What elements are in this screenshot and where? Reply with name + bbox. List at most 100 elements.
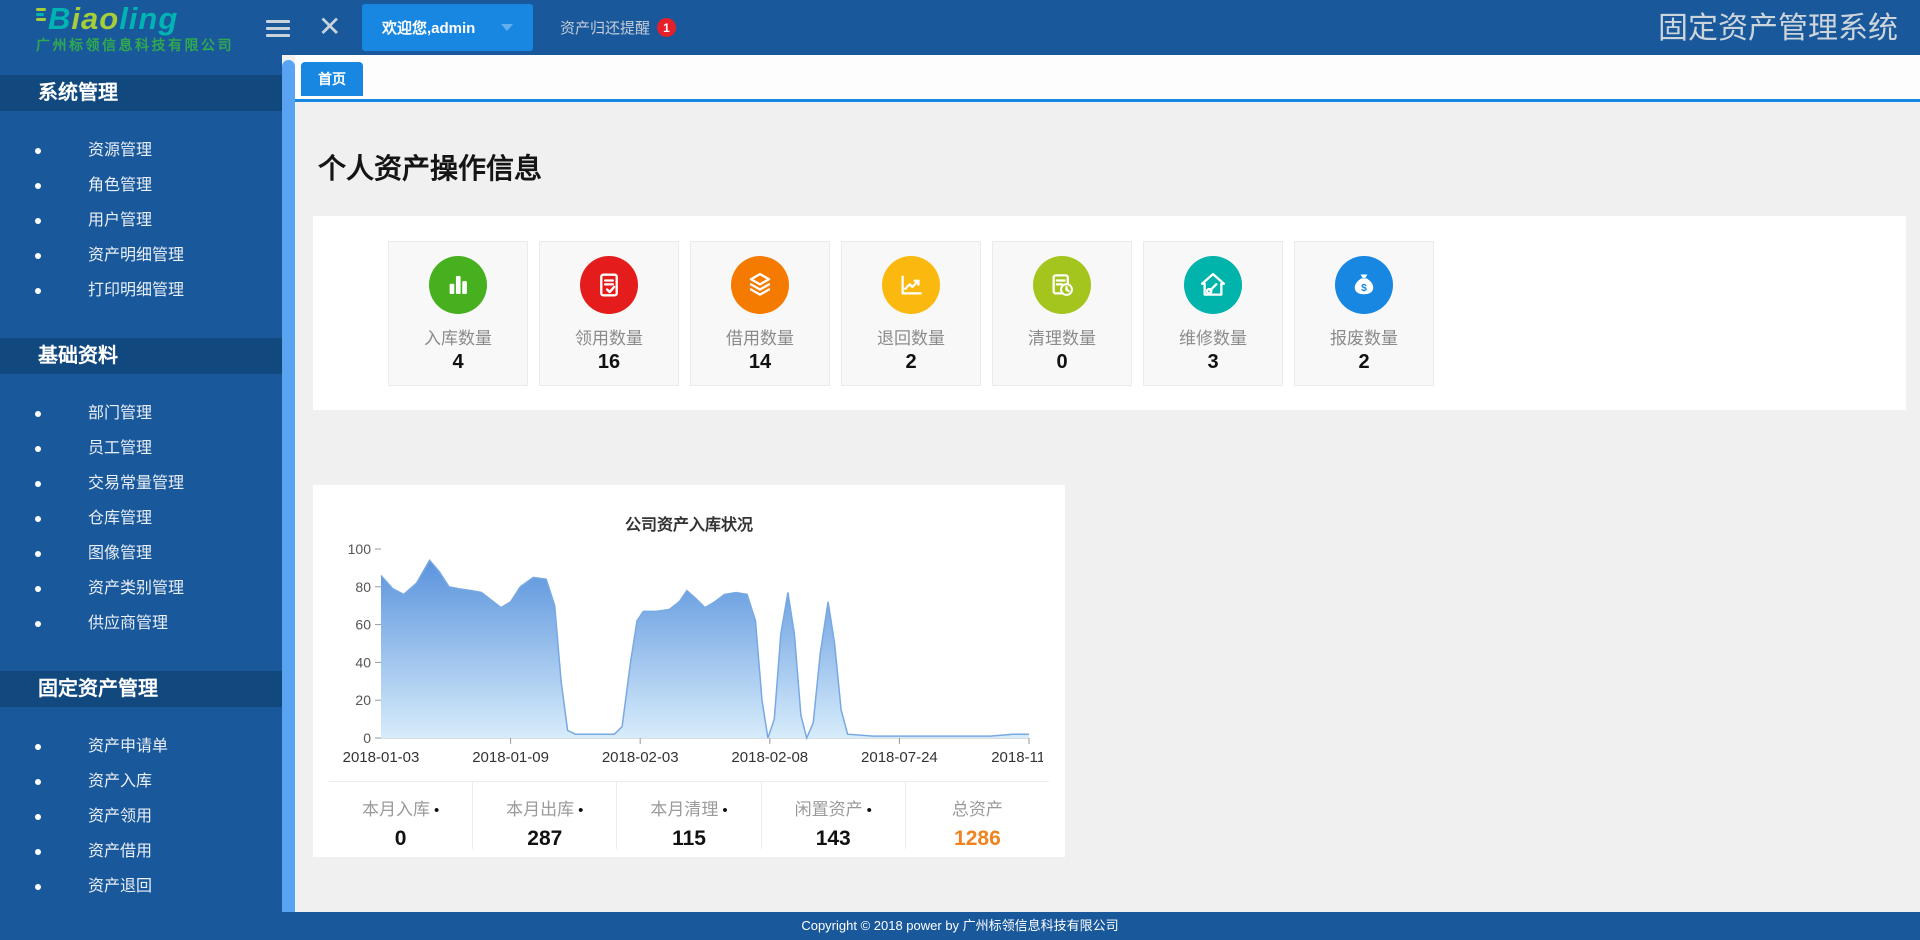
summary-label: 总资产 <box>906 795 1049 820</box>
summary-label: 本月入库• <box>329 795 472 820</box>
bullet-icon <box>35 288 41 294</box>
close-icon[interactable]: ✕ <box>318 8 341 46</box>
sidebar-item[interactable]: 打印明细管理 <box>0 273 282 308</box>
home-wrench-icon <box>1184 256 1242 314</box>
sidebar-item[interactable]: 资产申请单 <box>0 729 282 764</box>
summary-item: 本月出库• 287 <box>473 782 617 849</box>
chart-title: 公司资产入库状况 <box>313 485 1065 535</box>
summary-value: 143 <box>762 827 905 851</box>
svg-text:0: 0 <box>363 730 371 746</box>
logo-segment: B <box>48 1 71 36</box>
svg-text:2018-02-08: 2018-02-08 <box>731 749 808 766</box>
tab-home[interactable]: 首页 <box>301 62 363 96</box>
brand-company-name: 广州标领信息科技有限公司 <box>36 35 276 55</box>
stat-card: 入库数量4 <box>388 241 528 386</box>
layers-icon <box>731 256 789 314</box>
svg-text:$: $ <box>1361 283 1367 294</box>
trend-chart-icon <box>882 256 940 314</box>
sidebar-item[interactable]: 资产入库 <box>0 764 282 799</box>
stat-card: 借用数量14 <box>690 241 830 386</box>
area-chart: 0204060801002018-01-032018-01-092018-02-… <box>329 537 1043 772</box>
svg-text:80: 80 <box>355 579 371 595</box>
brand-logo: Biaoling 广州标领信息科技有限公司 <box>36 4 276 55</box>
stat-card-label: 入库数量 <box>389 324 527 349</box>
sidebar-item[interactable]: 角色管理 <box>0 168 282 203</box>
summary-label: 闲置资产• <box>762 795 905 820</box>
stat-card-value: 2 <box>1295 351 1433 374</box>
sidebar-item[interactable]: 资产类别管理 <box>0 571 282 606</box>
svg-text:2018-02-03: 2018-02-03 <box>602 749 679 766</box>
stat-card-label: 领用数量 <box>540 324 678 349</box>
chart-panel: 公司资产入库状况 0204060801002018-01-032018-01-0… <box>313 485 1065 857</box>
chevron-down-icon <box>501 24 513 31</box>
dot-icon: • <box>867 802 872 819</box>
summary-label: 本月出库• <box>473 795 616 820</box>
summary-item: 本月入库• 0 <box>329 782 473 849</box>
bullet-icon <box>35 411 41 417</box>
logo-dashes-icon <box>36 6 46 23</box>
sidebar-item[interactable]: 资产借用 <box>0 834 282 869</box>
sidebar-section-header[interactable]: 固定资产管理 <box>0 671 282 707</box>
stat-card: 清理数量0 <box>992 241 1132 386</box>
stat-card-label: 退回数量 <box>842 324 980 349</box>
stat-card-value: 2 <box>842 351 980 374</box>
app-window: Biaoling 广州标领信息科技有限公司 ✕ 欢迎您,admin 资产归还提醒… <box>0 0 1920 940</box>
svg-text:2018-11-06: 2018-11-06 <box>991 749 1043 766</box>
bullet-icon <box>35 621 41 627</box>
sidebar-item[interactable]: 资源管理 <box>0 133 282 168</box>
bar-chart-icon <box>429 256 487 314</box>
stat-card: $ 报废数量2 <box>1294 241 1434 386</box>
sidebar-item[interactable]: 用户管理 <box>0 203 282 238</box>
sidebar-item[interactable]: 供应商管理 <box>0 606 282 641</box>
bullet-icon <box>35 814 41 820</box>
sidebar-item[interactable]: 资产退回 <box>0 869 282 904</box>
sidebar-item[interactable]: 资产明细管理 <box>0 238 282 273</box>
summary-item: 本月清理•115 <box>617 782 761 849</box>
stat-card-value: 4 <box>389 351 527 374</box>
bullet-icon <box>35 218 41 224</box>
stat-card-value: 3 <box>1144 351 1282 374</box>
summary-value: 287 <box>473 827 616 851</box>
sidebar-item[interactable]: 资产领用 <box>0 799 282 834</box>
bullet-icon <box>35 446 41 452</box>
asset-summary-row: 本月入库• 0本月出库• 287本月清理•115闲置资产• 143总资产 1286 <box>329 781 1049 849</box>
main-content: 个人资产操作信息 入库数量4领用数量16借用数量14退回数量2清理数量0维修数量… <box>295 105 1920 912</box>
summary-value: 0 <box>329 827 472 851</box>
sidebar-item[interactable]: 仓库管理 <box>0 501 282 536</box>
dot-icon: • <box>434 802 439 819</box>
summary-label: 本月清理• <box>617 795 760 820</box>
sidebar-item[interactable]: 图像管理 <box>0 536 282 571</box>
sidebar-item[interactable]: 部门管理 <box>0 396 282 431</box>
summary-value: 1286 <box>906 827 1049 851</box>
sidebar-item[interactable]: 交易常量管理 <box>0 466 282 501</box>
stat-card: 领用数量16 <box>539 241 679 386</box>
bullet-icon <box>35 884 41 890</box>
user-menu-button[interactable]: 欢迎您,admin <box>362 4 533 51</box>
sidebar-section-header[interactable]: 系统管理 <box>0 75 282 111</box>
bullet-icon <box>35 253 41 259</box>
footer: Copyright © 2018 power by 广州标领信息科技有限公司 <box>0 912 1920 940</box>
sidebar-scrollbar[interactable] <box>282 60 295 912</box>
svg-text:40: 40 <box>355 654 371 670</box>
sidebar-section-header[interactable]: 基础资料 <box>0 338 282 374</box>
document-check-icon <box>580 256 638 314</box>
reminder-label: 资产归还提醒 <box>560 17 650 38</box>
dot-icon: • <box>578 802 583 819</box>
bullet-icon <box>35 779 41 785</box>
logo-segment: ling <box>119 1 178 36</box>
summary-item: 总资产 1286 <box>906 782 1049 849</box>
menu-toggle-icon[interactable] <box>266 16 290 38</box>
bullet-icon <box>35 744 41 750</box>
svg-text:20: 20 <box>355 692 371 708</box>
welcome-label: 欢迎您,admin <box>382 17 475 38</box>
stat-card-label: 清理数量 <box>993 324 1131 349</box>
stat-card-label: 报废数量 <box>1295 324 1433 349</box>
svg-text:2018-01-03: 2018-01-03 <box>343 749 420 766</box>
bullet-icon <box>35 516 41 522</box>
asset-return-reminder[interactable]: 资产归还提醒 1 <box>560 0 676 55</box>
svg-text:100: 100 <box>348 541 372 557</box>
sidebar-item[interactable]: 员工管理 <box>0 431 282 466</box>
stat-card: 退回数量2 <box>841 241 981 386</box>
stat-cards-panel: 入库数量4领用数量16借用数量14退回数量2清理数量0维修数量3$报废数量2 <box>313 216 1906 410</box>
bullet-icon <box>35 183 41 189</box>
